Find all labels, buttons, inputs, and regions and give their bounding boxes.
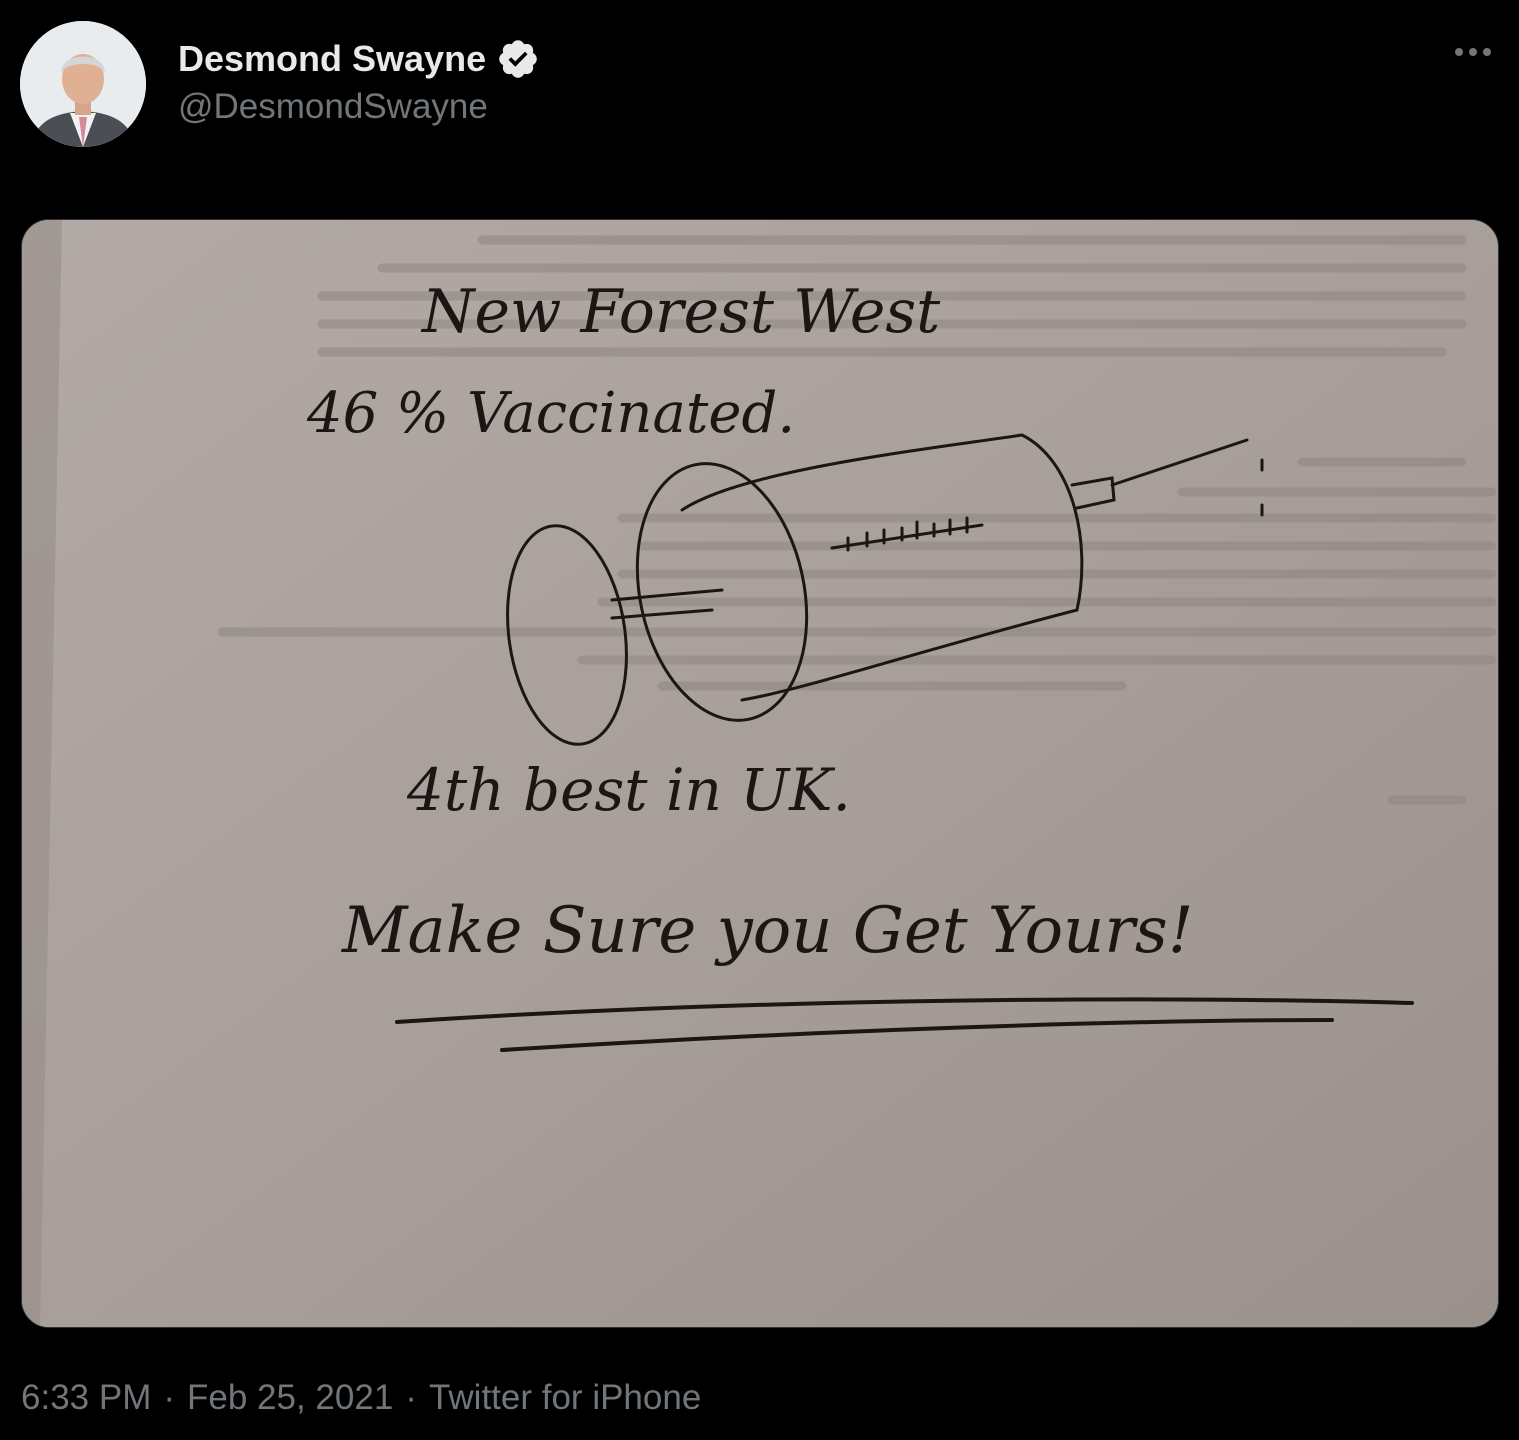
separator-dot: ·	[163, 1378, 176, 1417]
tweet-date[interactable]: Feb 25, 2021	[187, 1378, 393, 1418]
handwriting-line-2: 46 % Vaccinated.	[306, 381, 795, 446]
handwriting-line-4: Make Sure you Get Yours!	[341, 894, 1193, 968]
more-options-button[interactable]	[1446, 30, 1500, 74]
tweet-source[interactable]: Twitter for iPhone	[429, 1378, 701, 1418]
avatar[interactable]	[20, 21, 146, 147]
display-name[interactable]: Desmond Swayne	[178, 38, 486, 80]
handwritten-note-image: New Forest West 46 % Vaccinated. 4th bes…	[22, 220, 1498, 1327]
avatar-image	[20, 21, 146, 147]
separator-dot: ·	[405, 1378, 417, 1417]
tweet: Desmond Swayne @DesmondSwayne New Forest…	[0, 0, 1519, 1440]
tweet-meta: 6:33 PM · Feb 25, 2021 · Twitter for iPh…	[21, 1376, 701, 1420]
author-handle[interactable]: @DesmondSwayne	[178, 87, 488, 127]
handwriting-line-1: New Forest West	[420, 277, 941, 347]
verified-badge-icon	[499, 40, 537, 78]
more-options-icon	[1455, 48, 1491, 56]
tweet-time[interactable]: 6:33 PM	[21, 1378, 151, 1418]
author-name-row: Desmond Swayne	[178, 36, 540, 82]
handwriting-line-3: 4th best in UK.	[406, 756, 851, 824]
tweet-photo[interactable]: New Forest West 46 % Vaccinated. 4th bes…	[21, 219, 1499, 1328]
